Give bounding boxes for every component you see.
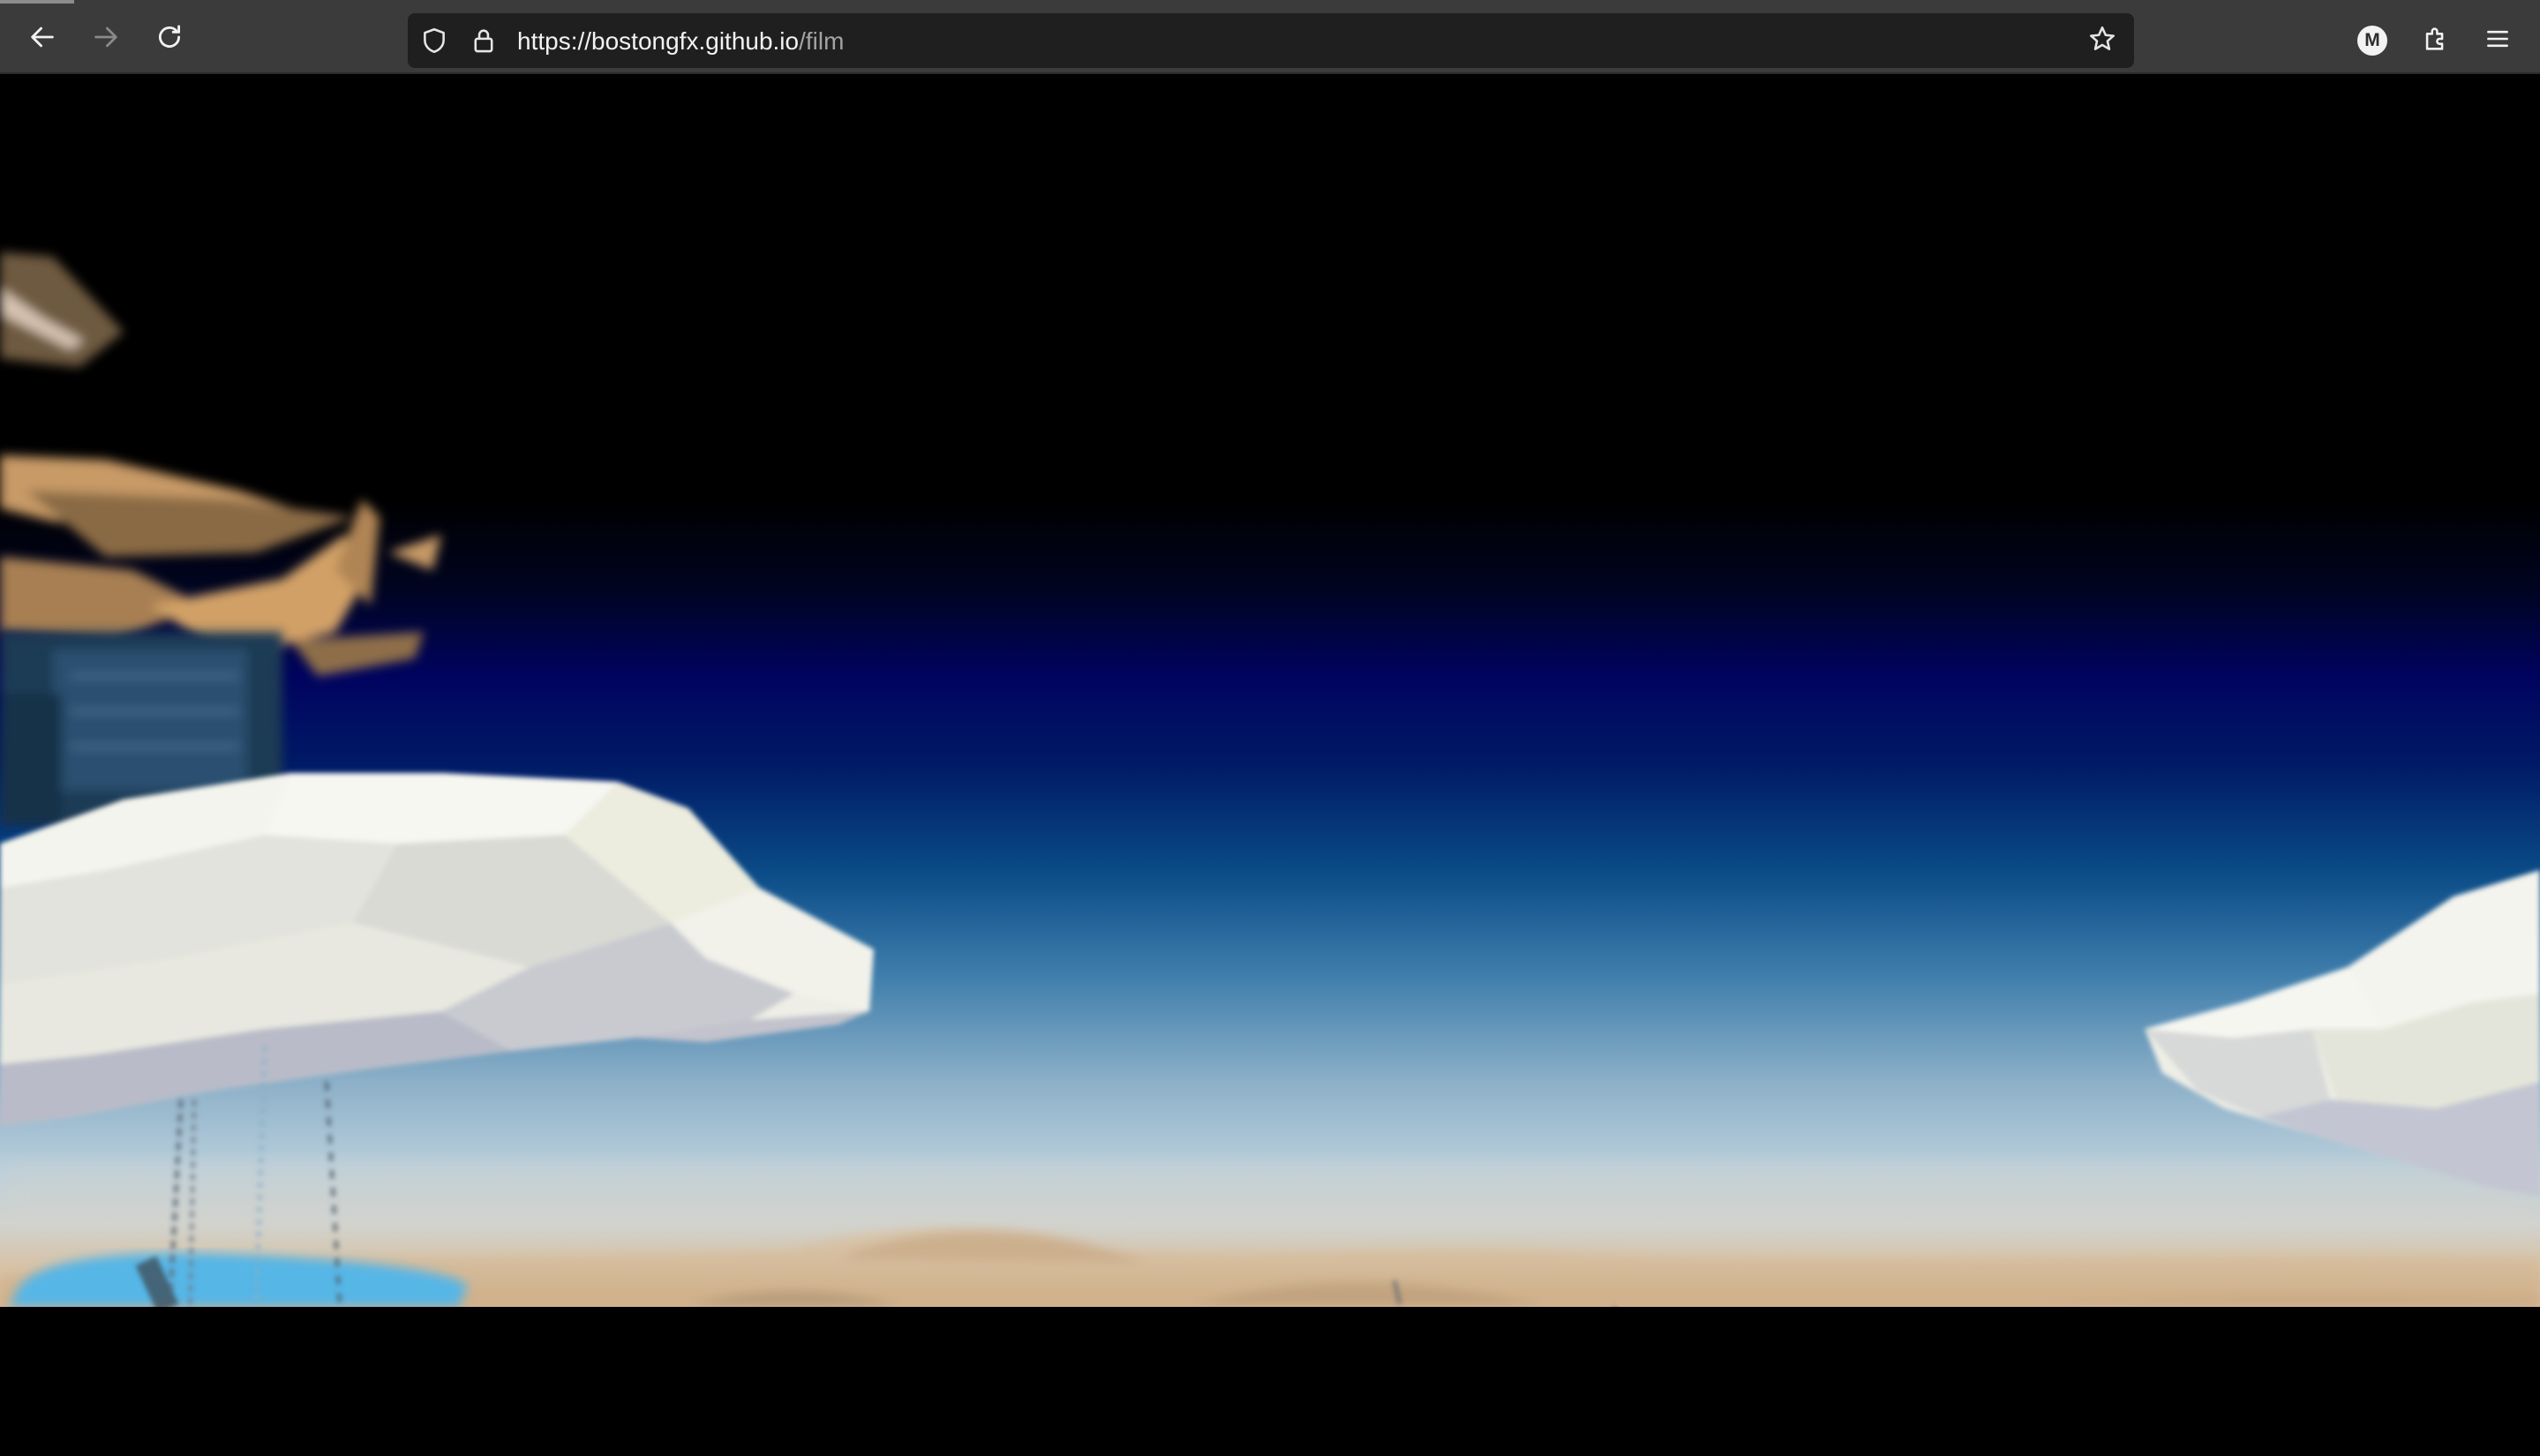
film-canvas[interactable]: [0, 76, 2540, 1307]
account-avatar: M: [2357, 26, 2387, 56]
browser-toolbar: https://bostongfx.github.io/film M: [0, 4, 2540, 74]
bookmark-star-button[interactable]: [2086, 25, 2118, 56]
horizon-haze: [0, 1161, 2540, 1232]
reload-icon: [154, 22, 184, 56]
film-scene-render: [0, 252, 2540, 1307]
url-path: /film: [799, 27, 845, 55]
page-viewport: [0, 76, 2540, 1456]
address-bar[interactable]: https://bostongfx.github.io/film: [408, 13, 2134, 68]
forward-button[interactable]: [85, 18, 127, 60]
cloud-left: [0, 773, 874, 1126]
reload-button[interactable]: [148, 18, 191, 60]
bottom-letterbox: [0, 1307, 2540, 1456]
back-arrow-icon: [27, 22, 57, 56]
shield-icon[interactable]: [418, 25, 450, 56]
floating-rock-debris: [0, 252, 441, 676]
account-button[interactable]: M: [2353, 21, 2392, 60]
cloud-right: [2145, 870, 2540, 1197]
lock-icon[interactable]: [468, 25, 500, 56]
puzzle-icon: [2421, 24, 2451, 58]
extensions-button[interactable]: [2416, 21, 2455, 60]
url-text[interactable]: https://bostongfx.github.io/film: [517, 26, 844, 56]
star-icon: [2087, 24, 2117, 58]
menu-button[interactable]: [2478, 21, 2517, 60]
url-host: https://bostongfx.github.io: [517, 27, 800, 55]
back-button[interactable]: [21, 18, 64, 60]
forward-arrow-icon: [91, 22, 121, 56]
hamburger-menu-icon: [2483, 24, 2513, 58]
